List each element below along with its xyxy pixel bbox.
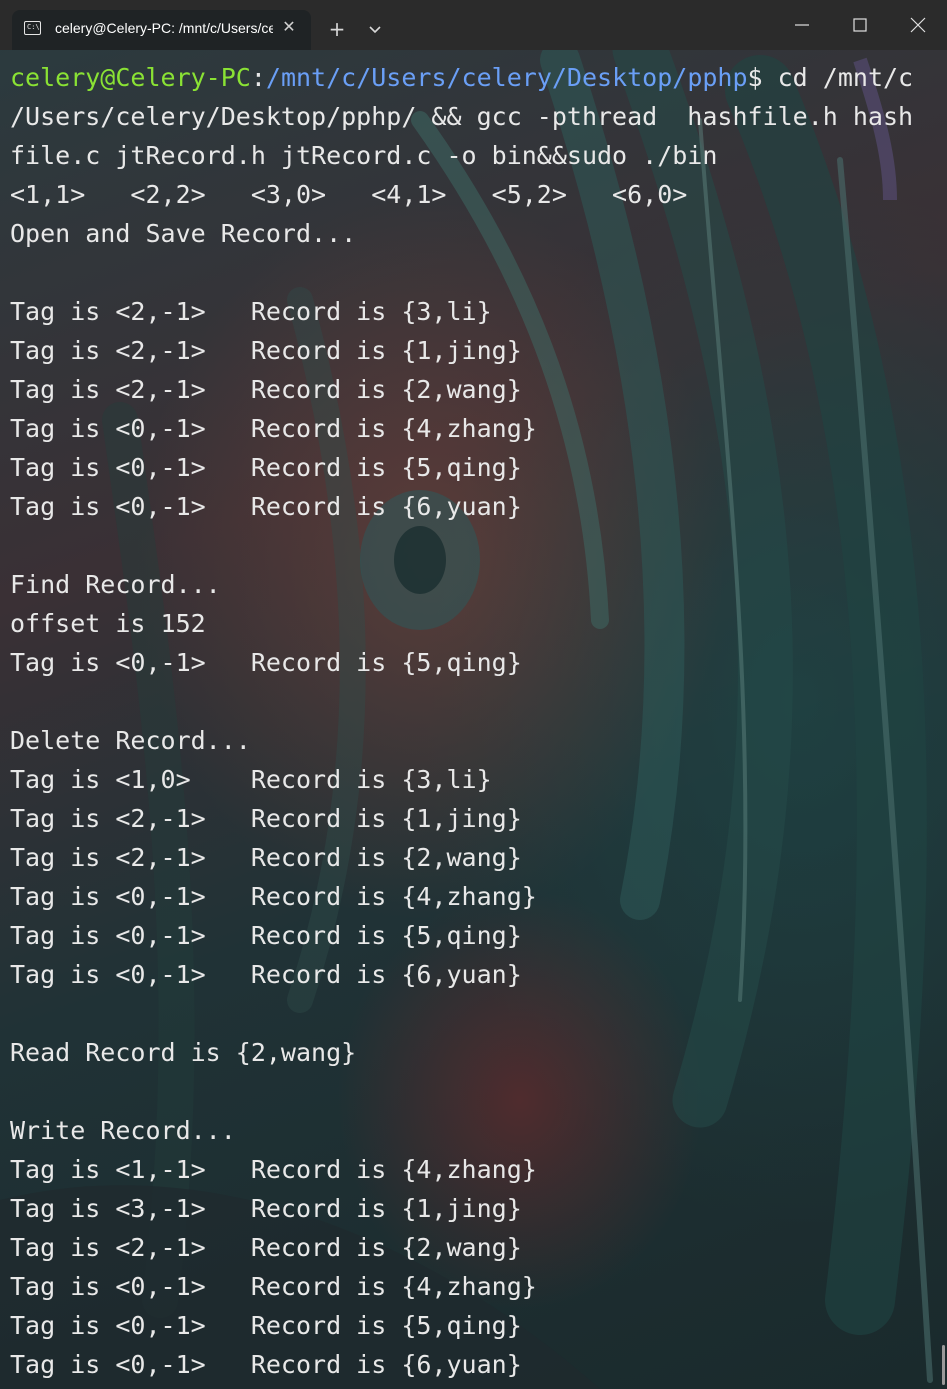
scrollbar-thumb[interactable]: [942, 1345, 945, 1385]
terminal-line: Tag is <0,-1> Record is {4,zhang}: [10, 882, 537, 911]
title-bar: C:\ celery@Celery-PC: /mnt/c/Users/celer…: [0, 0, 947, 50]
terminal-line: Delete Record...: [10, 726, 251, 755]
terminal-line: Tag is <1,-1> Record is {4,zhang}: [10, 1155, 537, 1184]
maximize-icon: [853, 18, 867, 32]
prompt-separator: :: [250, 63, 266, 92]
terminal-line: Tag is <1,0> Record is {3,li}: [10, 765, 492, 794]
terminal-line: Tag is <2,-1> Record is {2,wang}: [10, 1233, 522, 1262]
terminal-line: Write Record...: [10, 1116, 236, 1145]
new-tab-button[interactable]: +: [326, 18, 348, 40]
terminal-line: Tag is <2,-1> Record is {2,wang}: [10, 843, 522, 872]
minimize-icon: [795, 24, 809, 26]
tab-title: celery@Celery-PC: /mnt/c/Users/celery/De…: [55, 20, 273, 36]
terminal-line: Tag is <3,-1> Record is {1,jing}: [10, 1194, 522, 1223]
chevron-down-icon: [369, 26, 381, 34]
terminal-line: Open and Save Record...: [10, 219, 357, 248]
terminal-line: Tag is <0,-1> Record is {6,yuan}: [10, 492, 522, 521]
minimize-button[interactable]: [773, 0, 831, 48]
close-window-button[interactable]: [889, 0, 947, 48]
terminal-line: Tag is <0,-1> Record is {5,qing}: [10, 921, 522, 950]
terminal-line: Tag is <2,-1> Record is {1,jing}: [10, 804, 522, 833]
terminal-line: Tag is <0,-1> Record is {6,yuan}: [10, 1350, 522, 1379]
terminal-line: Tag is <0,-1> Record is {5,qing}: [10, 453, 522, 482]
prompt-user-host: celery@Celery-PC: [10, 63, 251, 92]
prompt-line: celery@Celery-PC:/mnt/c/Users/celery/Des…: [10, 58, 947, 97]
prompt-path: /mnt/c/Users/celery/Desktop/pphp: [265, 63, 748, 92]
terminal-line: Tag is <0,-1> Record is {4,zhang}: [10, 1272, 537, 1301]
terminal-line: Tag is <0,-1> Record is {6,yuan}: [10, 960, 522, 989]
tab-dropdown-button[interactable]: [365, 19, 385, 39]
terminal-output[interactable]: celery@Celery-PC:/mnt/c/Users/celery/Des…: [0, 58, 947, 1389]
close-icon: [910, 17, 926, 33]
terminal-line: file.c jtRecord.h jtRecord.c -o bin&&sud…: [10, 141, 718, 170]
terminal-line: offset is 152: [10, 609, 206, 638]
terminal-tab[interactable]: C:\ celery@Celery-PC: /mnt/c/Users/celer…: [12, 10, 311, 50]
terminal-icon: C:\: [24, 21, 41, 35]
terminal-line: /Users/celery/Desktop/pphp/ && gcc -pthr…: [10, 102, 914, 131]
terminal-line: Tag is <0,-1> Record is {4,zhang}: [10, 414, 537, 443]
terminal-line: Tag is <0,-1> Record is {5,qing}: [10, 1311, 522, 1340]
prompt-command: $ cd /mnt/c: [747, 63, 914, 92]
terminal-line: Tag is <0,-1> Record is {5,qing}: [10, 648, 522, 677]
maximize-button[interactable]: [831, 0, 889, 48]
terminal-line: Tag is <2,-1> Record is {2,wang}: [10, 375, 522, 404]
terminal-line: Find Record...: [10, 570, 221, 599]
terminal-line: Tag is <2,-1> Record is {3,li}: [10, 297, 492, 326]
close-tab-icon[interactable]: ✕: [279, 17, 299, 37]
output-lines: /Users/celery/Desktop/pphp/ && gcc -pthr…: [10, 97, 947, 1384]
terminal-line: Read Record is {2,wang}: [10, 1038, 357, 1067]
terminal-line: <1,1> <2,2> <3,0> <4,1> <5,2> <6,0>: [10, 180, 688, 209]
terminal-line: Tag is <2,-1> Record is {1,jing}: [10, 336, 522, 365]
